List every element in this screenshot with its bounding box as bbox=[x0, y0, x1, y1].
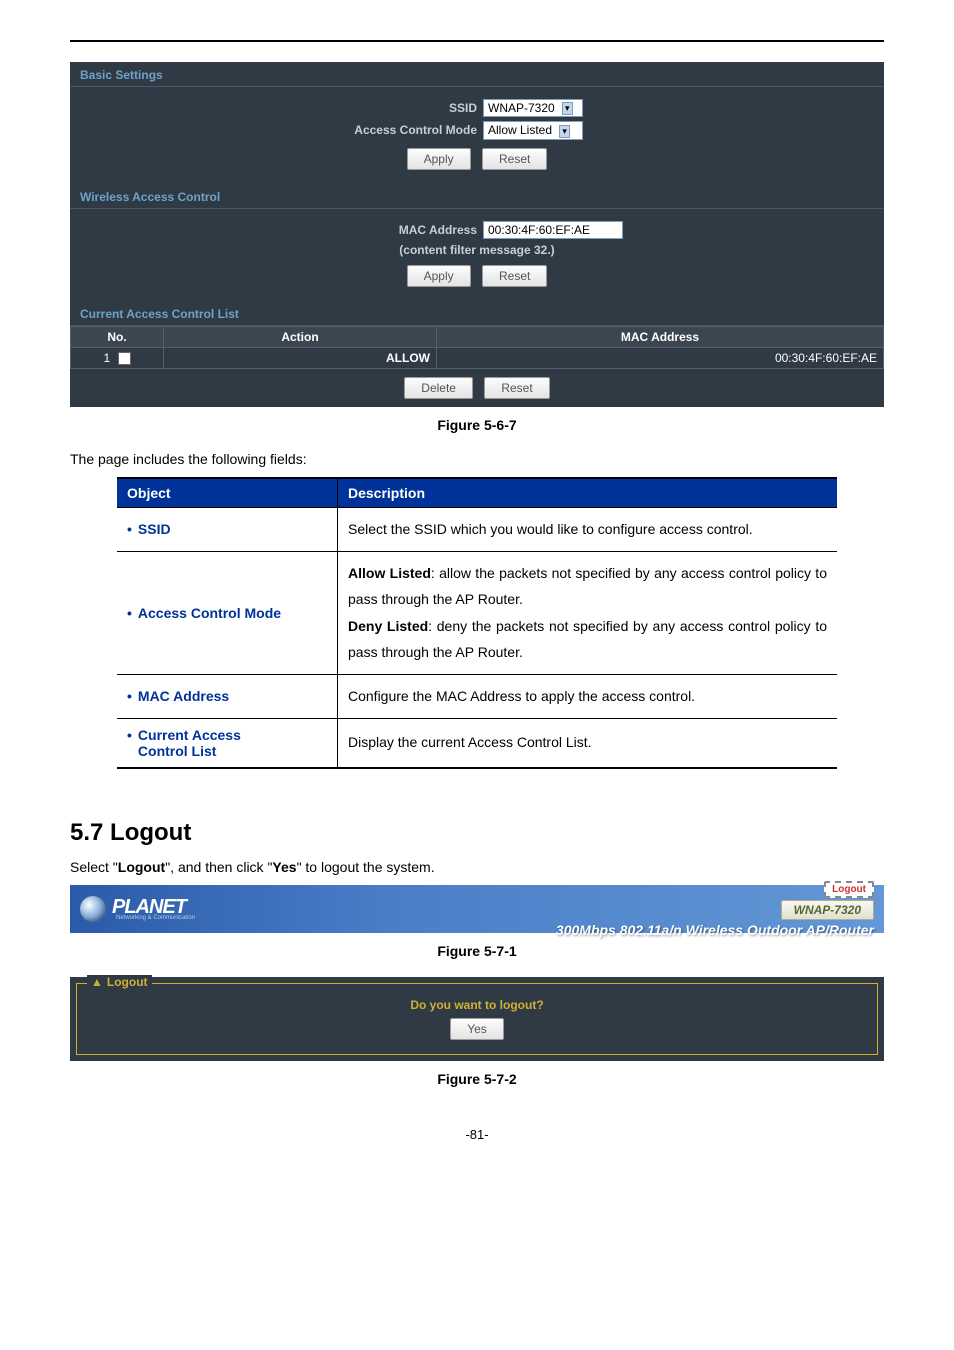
page-number: -81- bbox=[70, 1127, 884, 1142]
logout-heading: 5.7 Logout bbox=[70, 819, 884, 847]
intro-text: The page includes the following fields: bbox=[70, 451, 884, 467]
logout-legend: Logout bbox=[107, 975, 148, 989]
desc-current-access: Display the current Access Control List. bbox=[338, 718, 838, 768]
desc-mac-address: Configure the MAC Address to apply the a… bbox=[338, 674, 838, 718]
reset-button[interactable]: Reset bbox=[482, 148, 547, 170]
obj-current-access-1: Current Access bbox=[138, 727, 241, 743]
acl-table: No. Action MAC Address 1 ALLOW 00:30:4F:… bbox=[70, 326, 884, 369]
ssid-select[interactable]: WNAP-7320 ▾ bbox=[483, 99, 583, 117]
object-header: Object bbox=[117, 478, 338, 508]
logout-instruction: Select "Logout", and then click "Yes" to… bbox=[70, 859, 884, 875]
row-mac: 00:30:4F:60:EF:AE bbox=[437, 347, 884, 368]
router-ui-panel: Basic Settings SSID WNAP-7320 ▾ Access C… bbox=[70, 62, 884, 407]
table-row: •MAC Address Configure the MAC Address t… bbox=[117, 674, 837, 718]
table-row: •Access Control Mode Allow Listed: allow… bbox=[117, 551, 837, 674]
description-header: Description bbox=[338, 478, 838, 508]
figure-caption-1: Figure 5-6-7 bbox=[70, 417, 884, 433]
reset-button[interactable]: Reset bbox=[482, 265, 547, 287]
desc-access-control-mode: Allow Listed: allow the packets not spec… bbox=[338, 551, 838, 674]
obj-access-control-mode: Access Control Mode bbox=[138, 605, 281, 621]
table-row: •Current Access •Control List Display th… bbox=[117, 718, 837, 768]
reset-button[interactable]: Reset bbox=[484, 377, 549, 399]
col-mac: MAC Address bbox=[437, 326, 884, 347]
yes-button[interactable]: Yes bbox=[450, 1018, 504, 1040]
logout-badge[interactable]: Logout bbox=[824, 881, 874, 898]
mac-address-input[interactable]: 00:30:4F:60:EF:AE bbox=[483, 221, 623, 239]
desc-ssid: Select the SSID which you would like to … bbox=[338, 507, 838, 551]
object-description-table: Object Description •SSID Select the SSID… bbox=[117, 477, 837, 769]
chevron-down-icon: ▾ bbox=[559, 125, 570, 138]
access-control-mode-label: Access Control Mode bbox=[80, 123, 483, 137]
row-checkbox[interactable] bbox=[118, 352, 131, 365]
content-filter-note: (content filter message 32.) bbox=[80, 243, 874, 257]
row-no: 1 bbox=[103, 351, 110, 365]
current-access-control-list-title: Current Access Control List bbox=[70, 301, 884, 326]
table-row: 1 ALLOW 00:30:4F:60:EF:AE bbox=[71, 347, 884, 368]
col-no: No. bbox=[71, 326, 164, 347]
banner-tagline: 300Mbps 802.11a/n Wireless Outdoor AP/Ro… bbox=[556, 922, 874, 938]
warning-icon: ▲ bbox=[91, 975, 103, 989]
obj-mac-address: MAC Address bbox=[138, 688, 229, 704]
basic-settings-title: Basic Settings bbox=[70, 62, 884, 87]
access-control-mode-select[interactable]: Allow Listed ▾ bbox=[483, 121, 583, 139]
figure-caption-3: Figure 5-7-2 bbox=[70, 1071, 884, 1087]
mode-value: Allow Listed bbox=[488, 123, 552, 137]
top-rule bbox=[70, 40, 884, 42]
figure-caption-2: Figure 5-7-1 bbox=[70, 943, 884, 959]
logout-prompt: Do you want to logout? bbox=[85, 998, 869, 1012]
brand-subtext: Networking & Communication bbox=[116, 915, 195, 921]
mac-address-label: MAC Address bbox=[80, 223, 483, 237]
globe-icon bbox=[80, 896, 106, 922]
table-row: •SSID Select the SSID which you would li… bbox=[117, 507, 837, 551]
apply-button[interactable]: Apply bbox=[407, 148, 471, 170]
chevron-down-icon: ▾ bbox=[562, 102, 573, 115]
obj-ssid: SSID bbox=[138, 521, 171, 537]
delete-button[interactable]: Delete bbox=[404, 377, 473, 399]
apply-button[interactable]: Apply bbox=[407, 265, 471, 287]
row-action: ALLOW bbox=[164, 347, 437, 368]
model-badge: WNAP-7320 bbox=[781, 900, 874, 920]
ssid-value: WNAP-7320 bbox=[488, 101, 555, 115]
product-banner: PLANET Networking & Communication Logout… bbox=[70, 885, 884, 933]
wireless-access-control-title: Wireless Access Control bbox=[70, 184, 884, 209]
ssid-label: SSID bbox=[80, 101, 483, 115]
col-action: Action bbox=[164, 326, 437, 347]
logout-panel: ▲ Logout Do you want to logout? Yes bbox=[70, 977, 884, 1061]
obj-current-access-2: Control List bbox=[138, 743, 217, 759]
